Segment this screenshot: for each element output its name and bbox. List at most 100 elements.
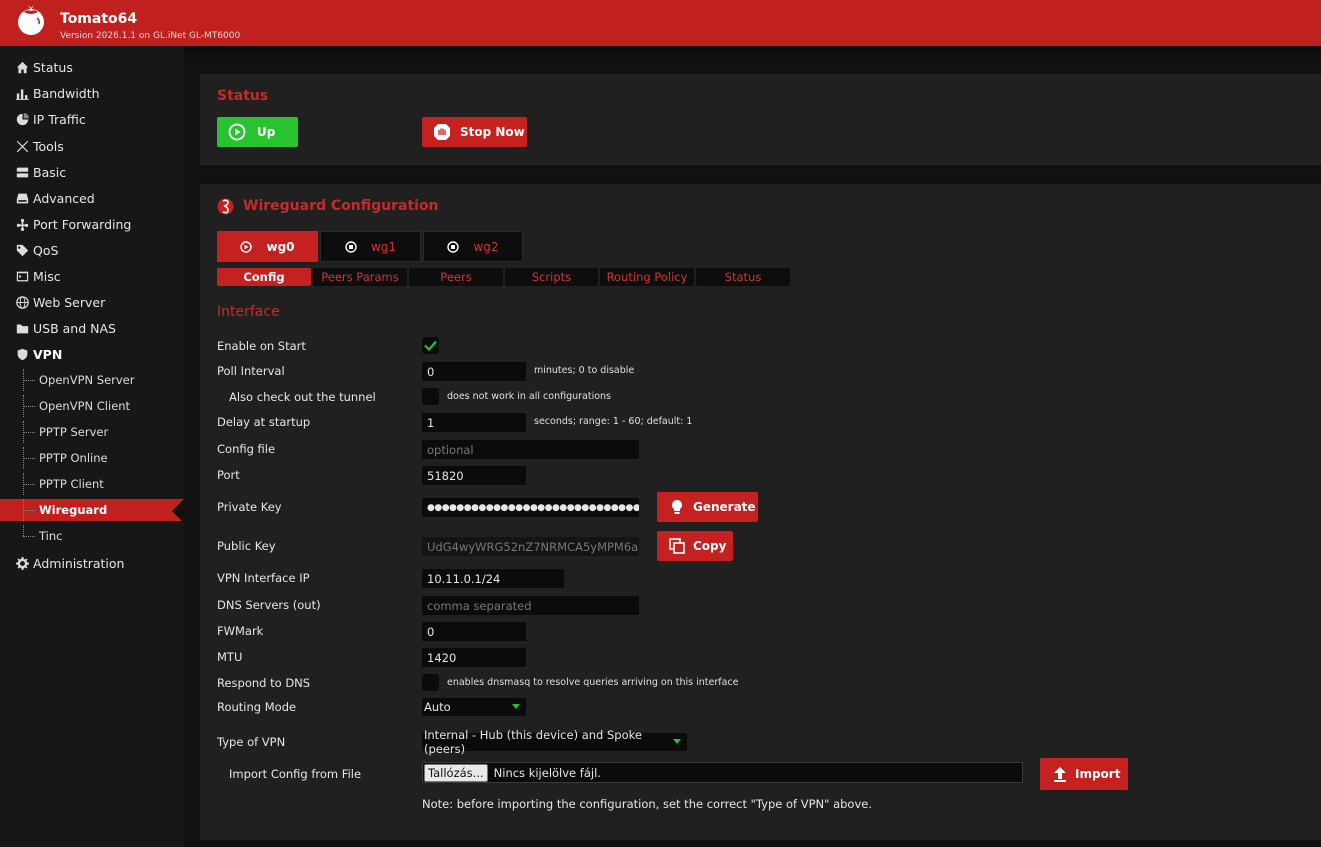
wireguard-title: Wireguard Configuration [243,198,439,214]
public-key-label: Public Key [217,539,276,553]
stop-hand-icon [433,123,451,141]
subtab-peers-params[interactable]: Peers Params [313,268,407,286]
generate-button[interactable]: Generate [657,492,758,522]
lightbulb-icon [668,498,686,516]
private-key-input[interactable]: ●●●●●●●●●●●●●●●●●●●●●●●●●●●●● [422,498,639,517]
public-key-input[interactable]: UdG4wyWRG52nZ7NRMCA5yMPM6a3 [422,537,639,556]
sidebar-subitem-openvpn-client[interactable]: OpenVPN Client [0,395,184,417]
fwmark-label: FWMark [217,624,264,638]
mtu-input[interactable]: 1420 [422,648,526,667]
home-icon [15,60,29,74]
globe-icon [15,295,29,309]
sidebar-item-usb-nas[interactable]: USB and NAS [0,317,184,339]
type-of-vpn-select[interactable]: Internal - Hub (this device) and Spoke (… [422,728,687,756]
tag-icon [15,243,29,257]
status-state: Up [257,125,276,139]
type-of-vpn-label: Type of VPN [217,735,286,749]
tab-wg0[interactable]: wg0 [217,231,318,262]
import-config-label: Import Config from File [229,767,362,781]
sidebar-subitem-tinc[interactable]: Tinc [0,525,184,547]
delay-startup-input[interactable]: 1 [422,413,526,432]
copy-button[interactable]: Copy [657,531,733,561]
poll-interval-input[interactable]: 0 [422,362,526,381]
sidebar-subitem-pptp-client[interactable]: PPTP Client [0,473,184,495]
port-label: Port [217,468,240,482]
play-circle-icon [228,123,246,141]
check-tunnel-label: Also check out the tunnel [229,390,376,404]
app-version: Version 2026.1.1 on GL.iNet GL-MT6000 [60,31,241,41]
pie-chart-icon [15,112,29,126]
poll-interval-note: minutes; 0 to disable [534,365,635,376]
config-file-label: Config file [217,442,276,456]
tab-label: wg0 [266,239,295,254]
tree-connector [0,369,39,391]
sidebar-item-administration[interactable]: Administration [0,552,184,574]
sidebar-item-label: Web Server [33,294,106,310]
subtab-peers[interactable]: Peers [409,268,503,286]
shield-icon [15,347,29,361]
status-panel: Status Up Stop Now [200,72,1321,165]
sidebar-item-qos[interactable]: QoS [0,239,184,261]
app-header: Tomato64 Version 2026.1.1 on GL.iNet GL-… [0,0,1321,46]
sidebar-item-status[interactable]: Status [0,56,184,78]
import-button[interactable]: Import [1040,758,1128,790]
sidebar-item-label: QoS [33,242,59,258]
wireguard-panel: Wireguard Configuration wg0 wg1 wg2 Conf… [200,182,1321,840]
dropdown-caret-icon [512,704,520,709]
subtab-config[interactable]: Config [217,268,311,286]
fwmark-input[interactable]: 0 [422,622,526,641]
play-circle-icon [240,240,253,253]
config-file-input[interactable]: optional [422,440,639,459]
routing-mode-value: Auto [424,700,451,714]
routing-mode-select[interactable]: Auto [422,698,526,716]
sidebar-subitem-label: PPTP Client [39,477,104,491]
vpn-interface-ip-input[interactable]: 10.11.0.1/24 [422,569,564,588]
subtab-status[interactable]: Status [696,268,790,286]
delay-startup-note: seconds; range: 1 - 60; default: 1 [534,416,693,427]
hdd-icon [15,191,29,205]
network-icon [15,217,29,231]
dns-servers-input[interactable]: comma separated [422,596,639,615]
tab-wg2[interactable]: wg2 [423,231,523,262]
checkmark-icon [424,340,437,351]
stop-now-button[interactable]: Stop Now [422,117,527,147]
mtu-label: MTU [217,650,243,664]
sidebar-subitem-pptp-online[interactable]: PPTP Online [0,447,184,469]
tomato-logo-icon[interactable] [15,4,47,36]
enable-on-start-checkbox[interactable] [422,337,439,354]
sidebar-item-vpn[interactable]: VPN [0,343,184,365]
type-of-vpn-value: Internal - Hub (this device) and Spoke (… [424,728,642,756]
sidebar-item-advanced[interactable]: Advanced [0,187,184,209]
import-label: Import [1075,767,1121,781]
sidebar-subitem-pptp-server[interactable]: PPTP Server [0,421,184,443]
sidebar-item-basic[interactable]: Basic [0,161,184,183]
poll-interval-label: Poll Interval [217,364,285,378]
respond-dns-checkbox[interactable] [422,674,439,691]
gear-icon [15,556,29,570]
upload-icon [1051,765,1069,783]
sidebar-item-label: Administration [33,555,125,571]
file-picker[interactable]: Tallózás... Nincs kijelölve fájl. [422,762,1023,783]
sidebar-item-web-server[interactable]: Web Server [0,291,184,313]
subtab-scripts[interactable]: Scripts [505,268,598,286]
sidebar-item-ip-traffic[interactable]: IP Traffic [0,108,184,130]
sidebar-item-port-forwarding[interactable]: Port Forwarding [0,213,184,235]
sidebar-item-misc[interactable]: Misc [0,265,184,287]
respond-dns-note: enables dnsmasq to resolve queries arriv… [447,677,739,688]
import-note: Note: before importing the configuration… [422,797,872,811]
sidebar-subitem-openvpn-server[interactable]: OpenVPN Server [0,369,184,391]
check-tunnel-checkbox[interactable] [422,388,439,405]
browse-button[interactable]: Tallózás... [424,763,488,782]
port-input[interactable]: 51820 [422,466,526,485]
tree-connector [0,473,39,495]
tab-label: wg1 [370,239,397,254]
sidebar-subitem-wireguard[interactable]: Wireguard [0,499,184,523]
sidebar-item-tools[interactable]: Tools [0,135,184,157]
status-up-indicator: Up [217,117,298,147]
sidebar-item-bandwidth[interactable]: Bandwidth [0,82,184,104]
tab-wg1[interactable]: wg1 [320,231,421,262]
sidebar-item-label: Bandwidth [33,85,100,101]
app-title: Tomato64 [60,11,138,27]
tree-connector [0,499,39,521]
subtab-routing-policy[interactable]: Routing Policy [600,268,694,286]
